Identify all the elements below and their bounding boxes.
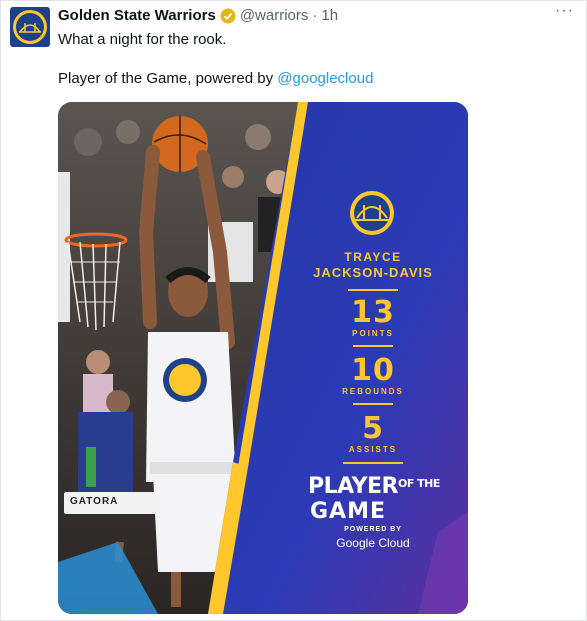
stat-points-label: POINTS	[352, 329, 394, 338]
stat-points-value: 13	[351, 295, 395, 330]
display-name[interactable]: Golden State Warriors	[58, 6, 216, 26]
sponsor-name: Google Cloud	[336, 536, 410, 550]
handle[interactable]: @warriors	[240, 6, 309, 26]
player-first-name: TRAYCE	[344, 250, 402, 264]
player-of-the-title: PLAYEROF THE	[308, 474, 440, 499]
tweet-media-image[interactable]: GATORA 32 TRAYCE JACKSON-DAVIS 13 POINTS…	[58, 102, 468, 614]
tweet-header: Golden State Warriors @warriors · 1h	[58, 6, 338, 26]
stat-rebounds-label: REBOUNDS	[342, 387, 404, 396]
avatar[interactable]	[10, 7, 50, 47]
divider	[343, 462, 403, 464]
player-last-name: JACKSON-DAVIS	[313, 265, 433, 280]
title-player: PLAYER	[308, 474, 398, 499]
jersey-number: 32	[176, 375, 188, 386]
stat-assists-label: ASSISTS	[348, 445, 398, 454]
avatar-logo-ring	[13, 10, 47, 44]
title-game: GAME	[310, 499, 387, 524]
stat-assists-value: 5	[362, 411, 384, 446]
banner-text: GATORA	[70, 496, 119, 507]
tweet-text-line-2: Player of the Game, powered by @googlecl…	[58, 69, 373, 89]
verified-badge-icon	[220, 8, 236, 24]
timestamp[interactable]: 1h	[321, 6, 338, 26]
divider	[353, 345, 393, 347]
tweet-text-line-1: What a night for the rook.	[58, 31, 227, 48]
divider	[353, 403, 393, 405]
stat-rebounds-value: 10	[351, 353, 395, 388]
divider	[348, 289, 398, 291]
more-horizontal-icon[interactable]: ···	[555, 2, 574, 20]
powered-by-label: POWERED BY	[344, 526, 402, 533]
mention-link[interactable]: @googlecloud	[277, 70, 373, 87]
warriors-logo-icon	[16, 13, 44, 41]
tweet-text-prefix: Player of the Game, powered by	[58, 70, 278, 87]
title-of-the: OF THE	[397, 477, 440, 490]
separator-dot: ·	[312, 7, 318, 24]
warriors-logo-icon	[349, 190, 395, 236]
